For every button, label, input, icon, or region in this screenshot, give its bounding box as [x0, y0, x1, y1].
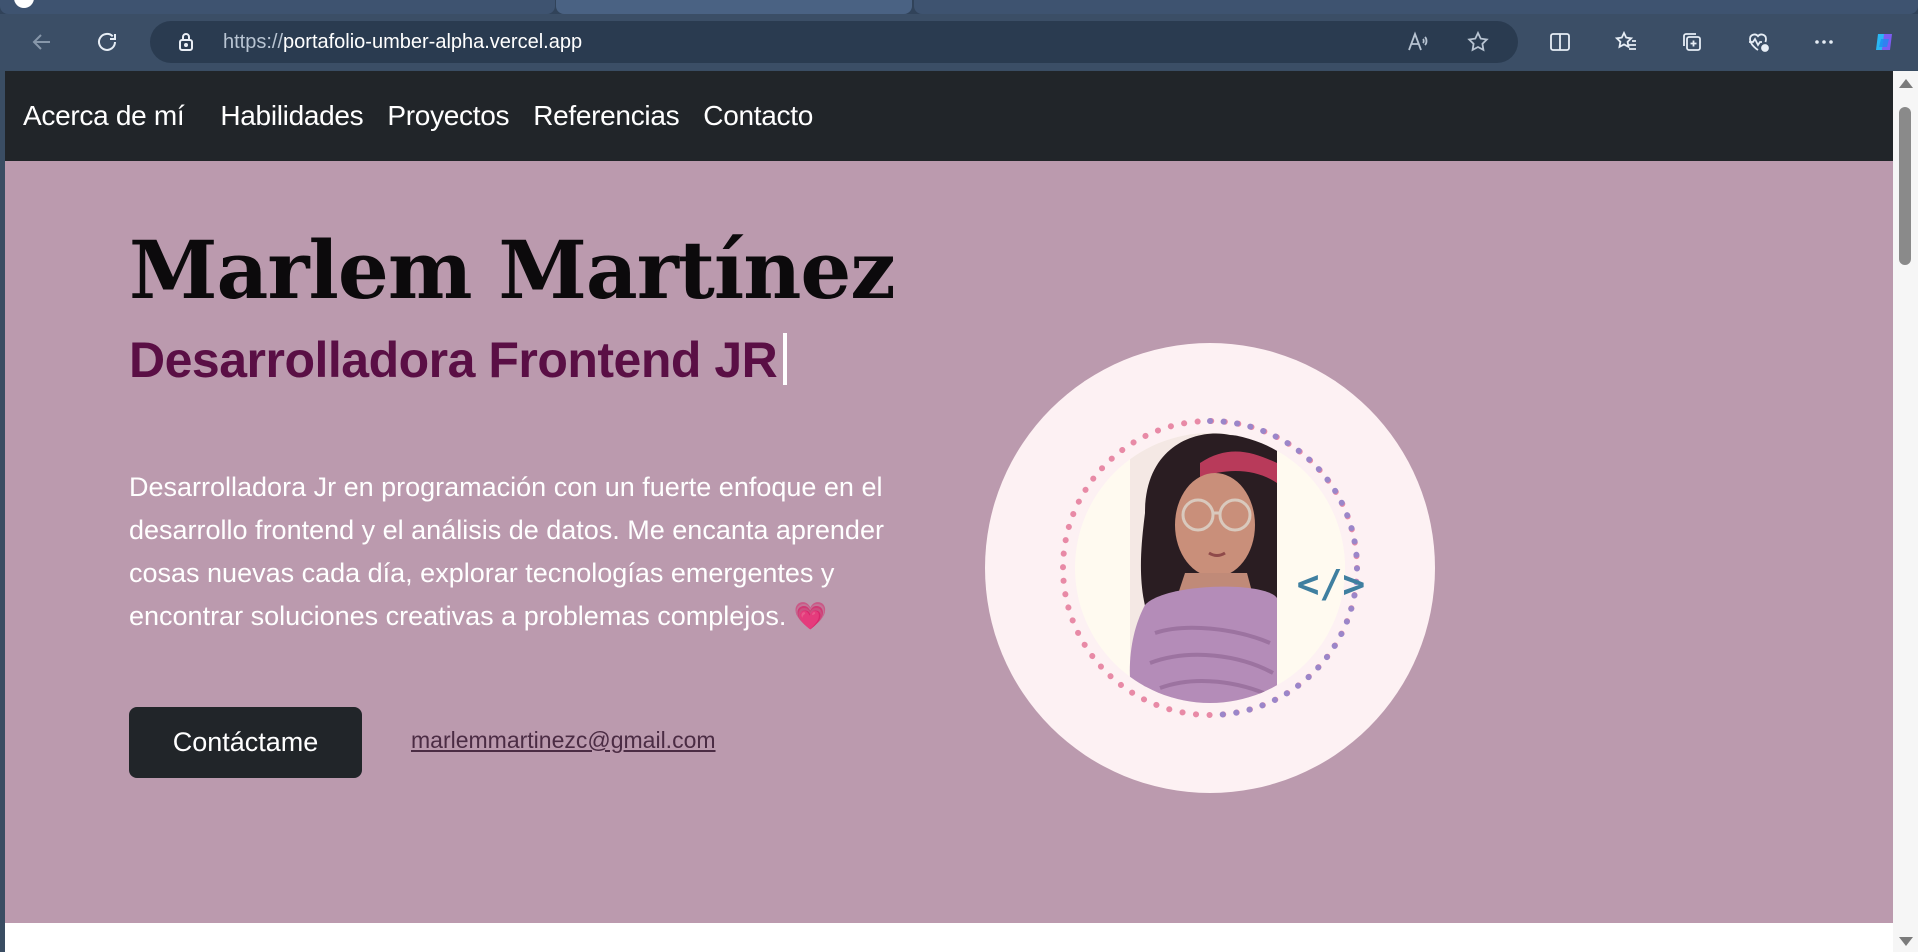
nav-link-proyectos[interactable]: Proyectos [387, 100, 509, 132]
site-navbar: Acerca de mí Habilidades Proyectos Refer… [5, 71, 1893, 161]
star-icon[interactable] [1466, 30, 1490, 58]
lock-icon[interactable] [174, 30, 198, 58]
browser-essentials-icon[interactable] [1740, 24, 1776, 60]
hero-description-text: Desarrolladora Jr en programación con un… [129, 472, 884, 631]
browser-toolbar: https://portafolio-umber-alpha.vercel.ap… [0, 14, 1918, 70]
contact-button[interactable]: Contáctame [129, 707, 362, 778]
code-badge-icon: </> [1297, 562, 1366, 606]
browser-window: https://portafolio-umber-alpha.vercel.ap… [0, 0, 1918, 952]
nav-link-acerca[interactable]: Acerca de mí [23, 100, 185, 132]
page-viewport: Acerca de mí Habilidades Proyectos Refer… [5, 71, 1893, 952]
browser-tab-active[interactable] [556, 0, 912, 14]
browser-tab[interactable] [914, 0, 1918, 14]
collections-icon[interactable] [1674, 24, 1710, 60]
typing-caret [783, 333, 788, 385]
browser-tab[interactable] [0, 0, 555, 14]
url-protocol: https:// [223, 31, 284, 53]
vertical-scrollbar[interactable] [1893, 71, 1918, 952]
nav-link-referencias[interactable]: Referencias [533, 100, 679, 132]
address-bar[interactable]: https://portafolio-umber-alpha.vercel.ap… [150, 21, 1518, 63]
next-section [5, 923, 1893, 952]
hero-section: Marlem Martínez Desarrolladora Frontend … [5, 161, 1893, 923]
hero-description: Desarrolladora Jr en programación con un… [129, 466, 929, 638]
scrollbar-thumb[interactable] [1899, 107, 1911, 265]
refresh-icon[interactable] [89, 24, 125, 60]
avatar-illustration: </> [1060, 418, 1366, 718]
hero-name: Marlem Martínez [129, 223, 896, 317]
heart-icon: 💗 [793, 601, 828, 631]
url-host: portafolio-umber-alpha.vercel.app [283, 31, 583, 53]
nav-link-habilidades[interactable]: Habilidades [220, 100, 363, 132]
email-link[interactable]: marlemmartinezc@gmail.com [411, 727, 716, 754]
nav-link-contacto[interactable]: Contacto [703, 100, 813, 132]
hero-role-text: Desarrolladora Frontend JR [129, 332, 778, 388]
copilot-icon[interactable] [1866, 24, 1902, 60]
back-arrow-icon[interactable] [24, 24, 60, 60]
split-screen-icon[interactable] [1542, 24, 1578, 60]
scroll-down-icon[interactable] [1899, 937, 1913, 946]
read-aloud-icon[interactable] [1406, 30, 1430, 58]
tab-strip [0, 0, 1918, 14]
scroll-up-icon[interactable] [1899, 79, 1913, 88]
favorites-icon[interactable] [1608, 24, 1644, 60]
more-icon[interactable] [1806, 24, 1842, 60]
url-text[interactable]: https://portafolio-umber-alpha.vercel.ap… [223, 31, 582, 54]
hero-role: Desarrolladora Frontend JR [129, 331, 788, 389]
tab-favicon-icon [14, 0, 34, 8]
avatar: </> [985, 343, 1435, 793]
